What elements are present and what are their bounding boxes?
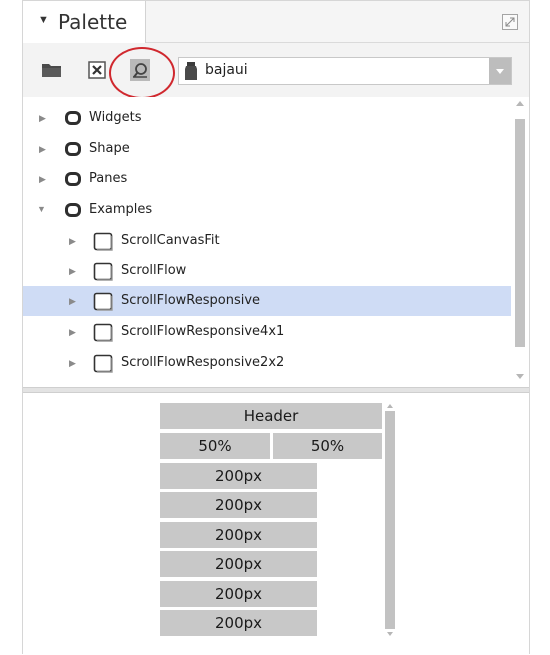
tree-item[interactable]: ▼ Examples (23, 195, 511, 225)
scroll-up-icon[interactable] (516, 101, 524, 106)
expand-arrow-icon[interactable]: ▶ (69, 266, 76, 277)
scrollbar-thumb[interactable] (385, 411, 395, 629)
preview-item-cell: 200px (160, 492, 317, 518)
expand-arrow-icon[interactable]: ▶ (39, 174, 46, 185)
tree-item[interactable]: ▶ ScrollFlowResponsive4x1 (23, 317, 511, 347)
find-in-palette-icon[interactable] (129, 57, 153, 83)
tree-item-selected[interactable]: ▶ ScrollFlowResponsive (23, 286, 511, 316)
tree-item-label: ScrollFlowResponsive (121, 293, 261, 308)
scroll-down-icon[interactable] (387, 632, 393, 636)
tree-item-label: ScrollFlowResponsive4x1 (121, 324, 285, 339)
palette-title: Palette (58, 10, 128, 34)
preview-header-cell: Header (160, 403, 382, 429)
preview-half-cell-right: 50% (273, 433, 382, 459)
document-node-icon (93, 323, 113, 342)
tree-item-label: Panes (89, 171, 128, 186)
palette-header: ▼ Palette (23, 1, 529, 43)
maximize-icon[interactable] (502, 14, 518, 30)
palette-tree: ▶ Widgets ▶ Shape ▶ Panes ▼ Examples ▶ S… (23, 97, 529, 385)
tree-item[interactable]: ▶ ScrollFlow (23, 256, 511, 286)
tree-item-label: ScrollCanvasFit (121, 233, 220, 248)
document-node-icon (93, 292, 113, 311)
close-palette-icon[interactable] (87, 59, 109, 81)
collapse-caret-icon[interactable]: ▼ (38, 14, 49, 26)
chevron-down-icon[interactable] (489, 58, 511, 84)
expand-arrow-icon[interactable]: ▶ (69, 236, 76, 247)
tree-item[interactable]: ▶ Widgets (23, 103, 511, 133)
tree-item-label: Examples (89, 202, 153, 217)
preview-item-cell: 200px (160, 581, 317, 607)
jar-icon (185, 62, 197, 80)
scroll-down-icon[interactable] (516, 374, 524, 379)
folder-node-icon (65, 111, 81, 125)
tree-item-label: Widgets (89, 110, 142, 125)
preview-item-cell: 200px (160, 463, 317, 489)
tree-item[interactable]: ▶ Panes (23, 164, 511, 194)
palette-tab[interactable]: ▼ Palette (23, 1, 146, 43)
tree-item[interactable]: ▶ Shape (23, 134, 511, 164)
tree-item[interactable]: ▶ ScrollCanvasFit (23, 226, 511, 256)
tree-item[interactable]: ▶ ScrollFlowResponsive2x2 (23, 348, 511, 378)
module-select-value: bajaui (205, 62, 248, 78)
document-node-icon (93, 232, 113, 251)
expand-arrow-icon[interactable]: ▶ (39, 144, 46, 155)
tree-item-label: Shape (89, 141, 130, 156)
preview-pane: Header 50% 50% 200px 200px 200px 200px 2… (23, 393, 529, 655)
collapse-arrow-icon[interactable]: ▼ (37, 204, 46, 214)
preview-half-cell-left: 50% (160, 433, 270, 459)
scrollbar-thumb[interactable] (515, 119, 525, 347)
preview-item-cell: 200px (160, 551, 317, 577)
tree-item-label: ScrollFlow (121, 263, 187, 278)
palette-toolbar: bajaui (23, 43, 529, 99)
open-folder-icon[interactable] (41, 59, 63, 81)
expand-arrow-icon[interactable]: ▶ (69, 327, 76, 338)
scroll-up-icon[interactable] (387, 404, 393, 408)
expand-arrow-icon[interactable]: ▶ (39, 113, 46, 124)
module-select[interactable]: bajaui (178, 57, 512, 85)
document-node-icon (93, 354, 113, 373)
expand-arrow-icon[interactable]: ▶ (69, 358, 76, 369)
preview-scrollbar[interactable] (384, 403, 396, 637)
tree-scrollbar[interactable] (513, 97, 527, 385)
folder-node-icon (65, 142, 81, 156)
expand-arrow-icon[interactable]: ▶ (69, 296, 76, 307)
document-node-icon (93, 262, 113, 281)
tree-item-label: ScrollFlowResponsive2x2 (121, 355, 285, 370)
folder-node-icon (65, 203, 81, 217)
palette-panel: ▼ Palette bajaui ▶ Widgets ▶ Shape ▶ Pan… (22, 0, 530, 655)
folder-node-icon (65, 172, 81, 186)
preview-item-cell: 200px (160, 522, 317, 548)
preview-item-cell: 200px (160, 610, 317, 636)
